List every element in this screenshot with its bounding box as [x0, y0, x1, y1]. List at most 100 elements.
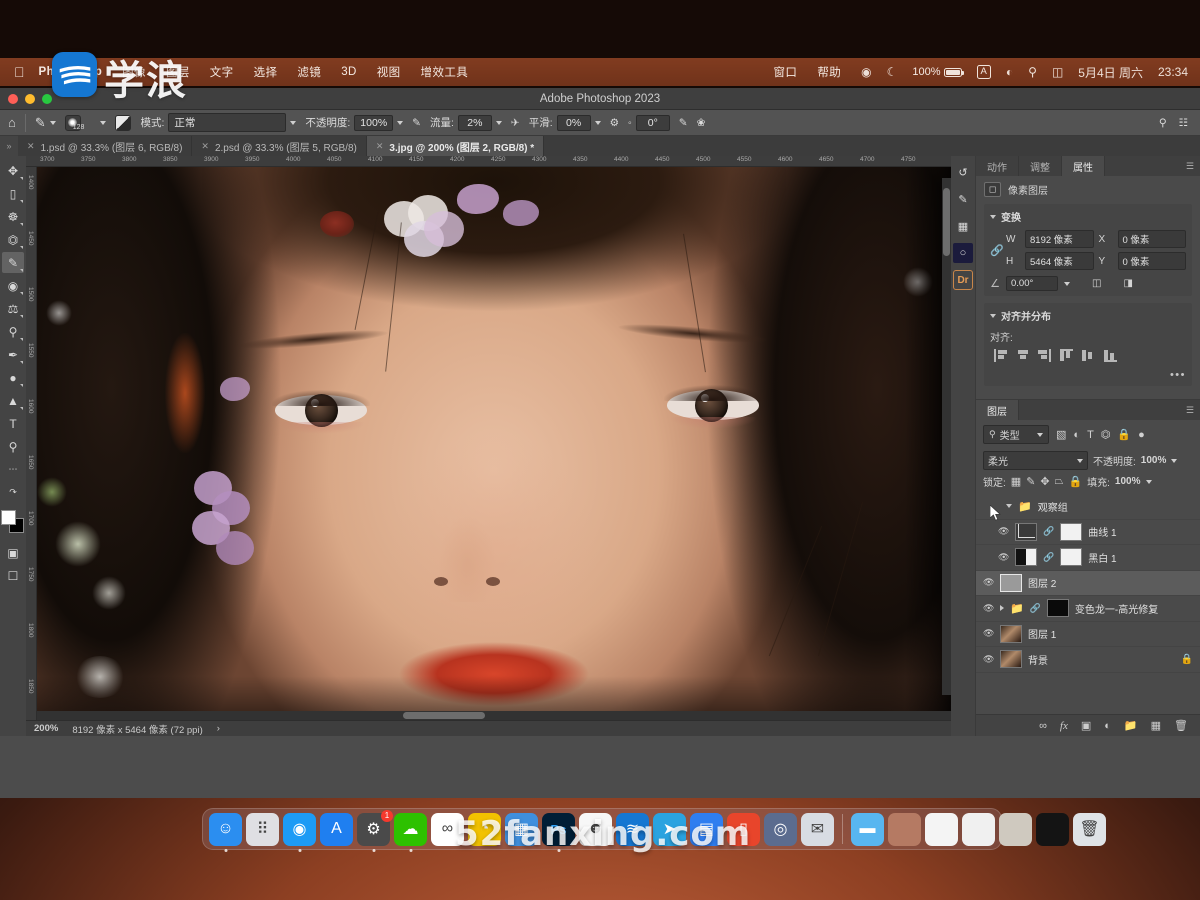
dock-item-app-store[interactable]: A [320, 812, 353, 846]
tab-actions[interactable]: 动作 [976, 156, 1019, 176]
brush-angle-control[interactable]: ◦ 0° [628, 114, 670, 131]
blend-mode-control[interactable]: 模式: 正常 [140, 113, 297, 132]
history-icon[interactable]: ↺ [953, 162, 973, 182]
minimize-button[interactable] [25, 94, 35, 104]
swap-colors-icon[interactable]: ↷ [2, 482, 24, 503]
add-mask-icon[interactable]: ▣ [1081, 719, 1091, 732]
flow-value[interactable]: 2% [457, 114, 492, 131]
chevron-down-icon[interactable] [49, 120, 56, 125]
moon-icon[interactable]: ☾ [887, 65, 898, 79]
dock-item-wechat[interactable]: ☁ [394, 812, 427, 852]
layer-list[interactable]: 📁 观察组 👁 🔗 曲线 1 👁 🔗 黑白 1 👁 图层 2 👁 📁 🔗 变色龙… [976, 494, 1200, 714]
menu-item-3d[interactable]: 3D [341, 66, 357, 78]
chevron-down-icon[interactable] [1037, 432, 1043, 437]
lock-position-icon[interactable]: ✥ [1040, 475, 1049, 488]
image-canvas[interactable] [37, 167, 951, 720]
layer-thumbnail[interactable] [1015, 522, 1037, 541]
more-tools-icon[interactable]: ⋯ [2, 459, 24, 480]
options-bar[interactable]: ⌂ ✎ 128 模式: 正常 不透明度: 100% ✎ 流量: 2% ✈ 平滑:… [0, 110, 1200, 136]
properties-panel-tabs[interactable]: 动作 调整 属性 ☰ [976, 156, 1200, 176]
table-row[interactable]: 👁 图层 2 [976, 570, 1200, 596]
close-icon[interactable]: ✕ [201, 141, 209, 152]
tab-layers[interactable]: 图层 [976, 400, 1019, 420]
close-button[interactable] [8, 94, 18, 104]
link-dimensions-icon[interactable]: 🔗 [990, 244, 1004, 257]
x-field[interactable]: 0 像素 [1117, 230, 1186, 248]
crop-tool[interactable]: ⏣ [2, 229, 24, 250]
visibility-toggle-icon[interactable]: 👁 [983, 577, 994, 588]
fill-value[interactable]: 100% [1115, 476, 1141, 487]
shape-filter-icon[interactable]: ⏣ [1101, 428, 1111, 441]
flip-vertical-icon[interactable]: ◨ [1123, 278, 1132, 289]
align-right-icon[interactable] [1038, 349, 1051, 362]
dock-item-system-settings[interactable]: ⚙ 1 [357, 809, 393, 852]
chevron-down-icon[interactable] [594, 120, 601, 125]
table-row[interactable]: 👁 🔗 曲线 1 [976, 520, 1200, 545]
lock-image-icon[interactable]: ✎ [1026, 475, 1035, 488]
dock-item-recent-dark-doc[interactable] [1036, 812, 1069, 846]
layer-mask-thumbnail[interactable] [1046, 599, 1069, 618]
smooth-value[interactable]: 0% [556, 114, 591, 131]
layer-name[interactable]: 观察组 [1038, 499, 1068, 514]
layer-thumbnail[interactable] [1000, 624, 1022, 643]
brush-tool[interactable]: ✎ [2, 252, 24, 273]
align-center-h-icon[interactable] [1016, 349, 1029, 362]
width-field[interactable]: 8192 像素 [1025, 230, 1094, 248]
menu-item-help[interactable]: 帮助 [817, 64, 841, 80]
tools-panel[interactable]: ✥ ▯ ☸ ⏣ ✎ ◉ ⚖ ⚲ ✒ ● ▲ T ⚲ ⋯ ↷ ▣ ☐ [0, 156, 26, 736]
visibility-toggle-icon[interactable]: 👁 [983, 654, 994, 665]
table-row[interactable]: 👁 🔗 黑白 1 [976, 545, 1200, 571]
align-more-options[interactable]: ••• [990, 369, 1186, 381]
healing-brush-tool[interactable]: ◉ [2, 275, 24, 296]
menu-item-type[interactable]: 文字 [210, 64, 234, 80]
lasso-tool[interactable]: ☸ [2, 206, 24, 227]
zoom-tool[interactable]: ⚲ [2, 436, 24, 457]
menubar-date[interactable]: 5月4日 周六 [1078, 64, 1143, 81]
dock-item-recent-image-1[interactable] [888, 812, 921, 846]
chevron-down-icon[interactable] [1145, 479, 1152, 484]
screen-mode-icon[interactable]: ☐ [2, 565, 24, 586]
dock-item-mail-app[interactable]: ✉ [801, 812, 834, 846]
layer-filter-row[interactable]: ⚲ 类型 ▧ ◐ T ⏣ 🔒 ● [976, 420, 1200, 449]
menu-item-plugins[interactable]: 增效工具 [421, 64, 469, 80]
lock-fill-row[interactable]: 锁定: ▦ ✎ ✥ ⏢ 🔒 填充: 100% [976, 472, 1200, 491]
dock-item-launchpad[interactable]: ⠿ [246, 812, 279, 846]
toggle-filter-icon[interactable]: ● [1138, 429, 1145, 441]
visibility-toggle-icon[interactable]: 👁 [983, 603, 994, 614]
dock-item-recent-image-2[interactable] [962, 812, 995, 846]
workspace-icon[interactable]: ☷ [1179, 117, 1188, 129]
filter-type-select[interactable]: ⚲ 类型 [983, 425, 1049, 444]
smart-object-filter-icon[interactable]: 🔒 [1117, 428, 1131, 441]
angle-value[interactable]: 0° [635, 114, 670, 131]
battery-status[interactable]: 100% [912, 66, 964, 78]
menu-item-window[interactable]: 窗口 [774, 64, 798, 80]
link-layers-icon[interactable]: ∞ [1039, 720, 1047, 732]
gear-icon[interactable]: ⚙ [610, 117, 619, 129]
blend-mode-select[interactable]: 柔光 [983, 451, 1088, 470]
pressure-opacity-icon[interactable]: ✎ [412, 117, 421, 129]
patterns-icon[interactable]: ▦ [953, 216, 973, 236]
menu-item-filter[interactable]: 滤镜 [297, 64, 321, 80]
delete-layer-icon[interactable]: 🗑 [1174, 719, 1188, 732]
visibility-toggle-icon[interactable]: 👁 [998, 526, 1009, 537]
new-layer-icon[interactable]: ▦ [1151, 719, 1161, 732]
panel-menu-icon[interactable]: ☰ [1186, 400, 1200, 420]
document-tab-bar[interactable]: » ✕ 1.psd @ 33.3% (图层 6, RGB/8) ✕ 2.psd … [0, 136, 1200, 156]
layer-name[interactable]: 图层 2 [1028, 575, 1056, 590]
chevron-down-icon[interactable] [397, 120, 404, 125]
chevron-down-icon[interactable] [1006, 504, 1012, 509]
layer-style-fx-icon[interactable]: fx [1060, 720, 1068, 732]
brush-settings-toggle[interactable] [115, 114, 132, 131]
brush-preset-picker[interactable]: 128 [64, 114, 107, 131]
menu-item-view[interactable]: 视图 [377, 64, 401, 80]
lock-artboard-icon[interactable]: ⏢ [1055, 475, 1064, 488]
type-tool[interactable]: T [2, 413, 24, 434]
layers-panel-tabs[interactable]: 图层 ☰ [976, 400, 1200, 420]
close-icon[interactable]: ✕ [376, 141, 384, 152]
brush-tool-indicator[interactable]: ✎ [35, 115, 56, 131]
dock-item-recent-image-3[interactable] [999, 812, 1032, 846]
menubar-time[interactable]: 23:34 [1158, 65, 1188, 79]
mask-link-icon[interactable]: 🔗 [1030, 603, 1041, 614]
chevron-down-icon[interactable] [290, 120, 297, 125]
layer-thumbnail[interactable] [1000, 650, 1022, 669]
